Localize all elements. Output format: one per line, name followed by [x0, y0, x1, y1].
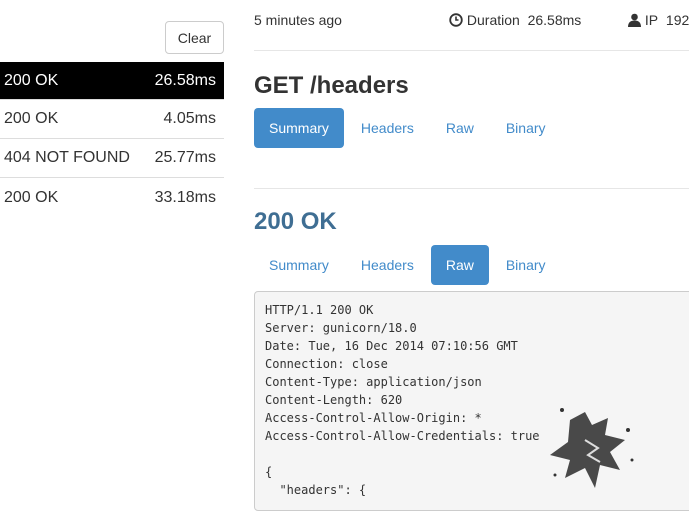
request-row[interactable]: 200 OK 4.05ms	[0, 100, 224, 139]
request-status: 404 NOT FOUND	[4, 149, 130, 166]
request-title: GET /headers	[254, 72, 409, 99]
ip-value: 192	[665, 12, 689, 28]
divider	[254, 188, 689, 189]
ip-info: IP 192	[628, 12, 689, 28]
request-list: 200 OK 26.58ms 200 OK 4.05ms 404 NOT FOUND…	[0, 62, 224, 217]
request-duration: 25.77ms	[154, 149, 216, 166]
request-tab-summary[interactable]: Summary	[254, 108, 344, 148]
request-time: 5 minutes ago	[254, 12, 342, 28]
user-icon	[628, 13, 641, 27]
request-tab-binary[interactable]: Binary	[491, 108, 561, 148]
response-tab-summary[interactable]: Summary	[254, 245, 344, 285]
request-row[interactable]: 404 NOT FOUND 25.77ms	[0, 139, 224, 178]
response-tab-binary[interactable]: Binary	[491, 245, 561, 285]
duration-info: Duration 26.58ms	[449, 12, 581, 28]
request-status: 200 OK	[4, 188, 59, 206]
response-tab-raw[interactable]: Raw	[430, 245, 489, 285]
request-status: 200 OK	[4, 71, 59, 89]
duration-value: 26.58ms	[527, 12, 582, 28]
request-row[interactable]: 200 OK 33.18ms	[0, 178, 224, 217]
clock-icon	[449, 13, 463, 27]
divider	[254, 50, 689, 51]
request-duration: 26.58ms	[154, 71, 216, 89]
duration-label: Duration	[466, 12, 520, 28]
response-tab-headers[interactable]: Headers	[346, 245, 429, 285]
request-tabs: Summary Headers Raw Binary	[254, 108, 563, 148]
request-status: 200 OK	[4, 110, 59, 127]
ink-splat-watermark	[550, 408, 634, 488]
request-duration: 4.05ms	[163, 110, 216, 127]
request-duration: 33.18ms	[154, 188, 216, 206]
clear-button[interactable]: Clear	[165, 21, 224, 54]
request-tab-headers[interactable]: Headers	[346, 108, 429, 148]
ip-label: IP	[644, 12, 659, 28]
request-row[interactable]: 200 OK 26.58ms	[0, 62, 224, 100]
response-tabs: Summary Headers Raw Binary	[254, 245, 563, 285]
request-tab-raw[interactable]: Raw	[431, 108, 489, 148]
response-title: 200 OK	[254, 208, 337, 235]
